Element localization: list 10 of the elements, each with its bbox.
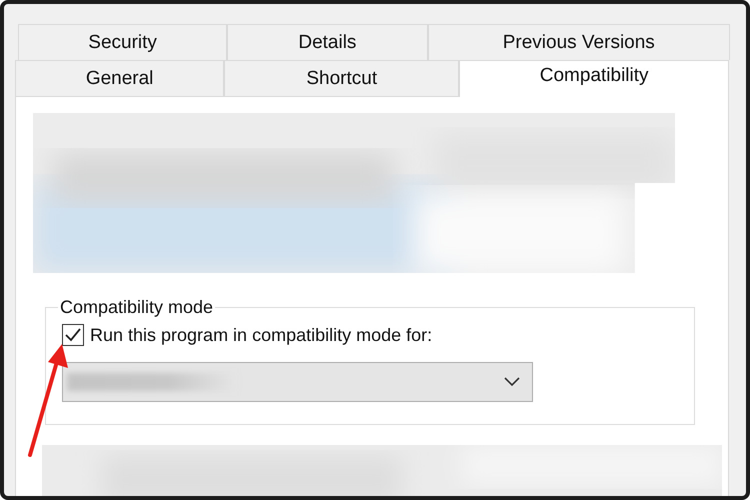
tab[interactable]: Details (227, 24, 428, 60)
tab[interactable]: Security (18, 24, 228, 60)
tab[interactable]: Compatibility (459, 60, 730, 97)
tab[interactable]: Shortcut (224, 60, 460, 96)
chevron-down-icon (504, 377, 520, 387)
tab[interactable]: Previous Versions (428, 24, 730, 60)
checkbox[interactable] (62, 324, 84, 346)
group-title: Compatibility mode (59, 297, 214, 318)
checkbox-label: Run this program in compatibility mode for: (90, 324, 432, 346)
tab[interactable]: General (15, 60, 224, 96)
